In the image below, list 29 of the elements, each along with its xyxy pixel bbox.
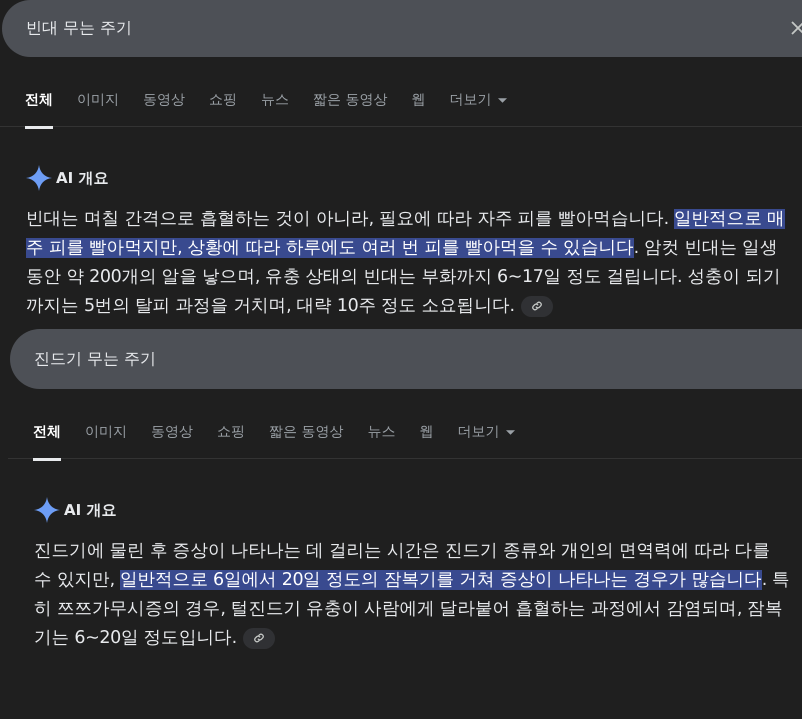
search-tab[interactable]: 더보기 — [457, 415, 516, 461]
sparkle-icon — [34, 497, 60, 523]
search-tab[interactable]: 짧은 동영상 — [269, 415, 344, 461]
search-field[interactable]: 빈대 무는 주기 — [2, 0, 802, 57]
overview-title: AI 개요 — [64, 500, 116, 520]
search-field[interactable]: 진드기 무는 주기 — [10, 329, 802, 389]
search-tab[interactable]: 쇼핑 — [209, 83, 237, 129]
link-button[interactable] — [520, 296, 553, 317]
search-tab[interactable]: 더보기 — [449, 83, 508, 129]
sparkle-icon — [26, 165, 52, 191]
search-tab[interactable]: 전체 — [25, 83, 53, 129]
link-button[interactable] — [242, 628, 275, 649]
search-tab[interactable]: 짧은 동영상 — [313, 83, 388, 129]
search-tab[interactable]: 웹 — [419, 415, 434, 461]
search-tab[interactable]: 이미지 — [85, 415, 127, 461]
overview-text: 진드기에 물린 후 증상이 나타나는 데 걸리는 시간은 진드기 종류와 개인의 면역력에 따라 다를 수 있지만, 일반적으로 6일에서 20일 정도의 잠복기를 거쳐 증상이 나타나는 경우가 많습니다. 특히 쯔쯔가무시증의 경우, 털진드기 유충이 사람에게 달라붙어 흡혈하는 과정에서 감염되며, 잠복기는 6~20일 정도입니다. — [34, 540, 790, 651]
link-icon — [252, 632, 265, 644]
overview-text: 빈대는 며칠 간격으로 흡혈하는 것이 아니라, 필요에 따라 자주 피를 빨아먹습니다. 일반적으로 매주 피를 빨아먹지만, 상황에 따라 하루에도 여러 번 피를 빨아먹을 수 있습니다. 암컷 빈대는 일생 동안 약 200개의 알을 낳으며, 유충 상태의 빈대는 부화까지 6~17일 정도 걸립니다. 성충이 되기까지는 5번의 탈피 과정을 거치며, 대략 10주 정도 소요됩니다. — [26, 208, 786, 319]
search-tab[interactable]: 뉴스 — [367, 415, 396, 461]
search-tab[interactable]: 전체 — [33, 415, 61, 461]
search-tab[interactable]: 웹 — [411, 83, 426, 129]
overview-title: AI 개요 — [56, 168, 108, 188]
search-tab[interactable]: 동영상 — [143, 83, 185, 129]
search-tab[interactable]: 쇼핑 — [217, 415, 245, 461]
search-tab[interactable]: 이미지 — [77, 83, 119, 129]
close-icon[interactable] — [790, 20, 802, 36]
search-tab[interactable]: 뉴스 — [261, 83, 289, 129]
search-tab[interactable]: 동영상 — [151, 415, 193, 461]
link-icon — [530, 300, 543, 312]
